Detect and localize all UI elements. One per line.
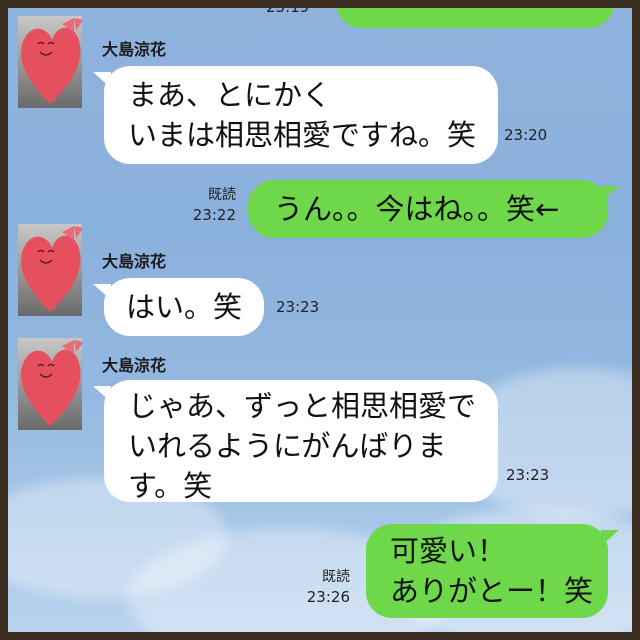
chat-screen: 23:19 大島涼花 まあ、とにかく いまは相思相愛ですね。笑 23:20 既読…	[8, 8, 632, 632]
read-receipt: 既読	[322, 569, 350, 585]
message-text: いまは相思相愛ですね。笑	[128, 118, 477, 152]
pink-heart-avatar-icon	[20, 340, 82, 426]
outgoing-message[interactable]: 可愛い！ ありがとー！笑	[366, 524, 619, 618]
outgoing-message[interactable]: うん。。今はね。。笑←	[248, 180, 619, 238]
message-text: はい。笑	[126, 290, 243, 324]
incoming-message[interactable]: じゃあ、ずっと相思相愛で いれるようにがんばりま す。笑	[93, 380, 498, 503]
avatar[interactable]	[18, 338, 82, 430]
message-time: 23:23	[506, 466, 550, 484]
sender-name: 大島涼花	[102, 356, 167, 375]
message-text: いれるようにがんばりま	[128, 429, 447, 463]
outgoing-message-partial[interactable]	[336, 8, 614, 28]
incoming-message[interactable]: はい。笑	[93, 278, 264, 336]
sender-name: 大島涼花	[102, 40, 167, 59]
pink-heart-avatar-icon	[20, 226, 82, 312]
message-text: ありがとー！笑	[390, 574, 594, 608]
message-text: まあ、とにかく	[128, 78, 332, 112]
message-time: 23:26	[306, 588, 350, 606]
message-time: 23:23	[276, 298, 320, 316]
message-text: じゃあ、ずっと相思相愛で	[128, 389, 477, 423]
read-receipt: 既読	[208, 187, 236, 203]
incoming-message[interactable]: まあ、とにかく いまは相思相愛ですね。笑	[93, 66, 498, 164]
avatar[interactable]	[18, 224, 82, 316]
message-text: 可愛い！	[390, 534, 507, 568]
message-time: 23:19	[266, 8, 326, 16]
pink-heart-avatar-icon	[20, 18, 82, 105]
message-text: す。笑	[128, 469, 213, 503]
message-time: 23:22	[192, 206, 236, 224]
sender-name: 大島涼花	[102, 252, 167, 271]
avatar[interactable]	[18, 16, 82, 108]
message-time: 23:20	[504, 126, 548, 144]
message-text: うん。。今はね。。笑←	[274, 192, 560, 226]
